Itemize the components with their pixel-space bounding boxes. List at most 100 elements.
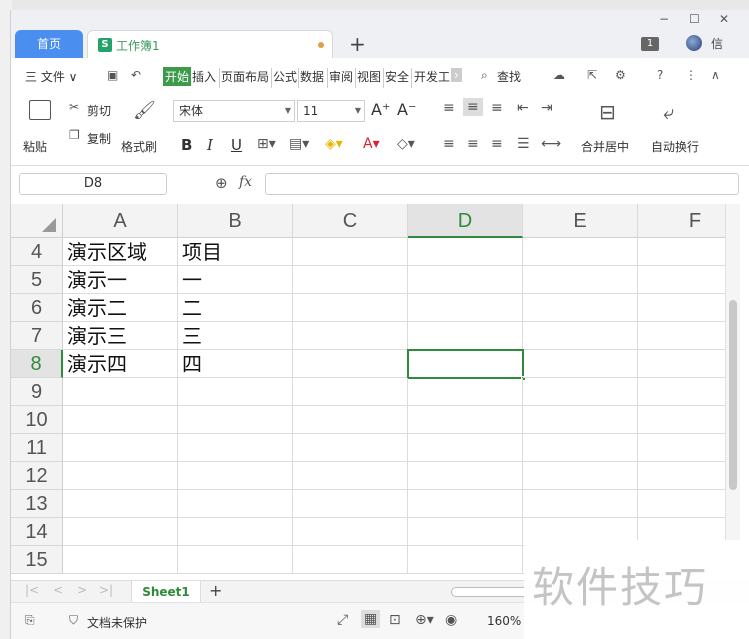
wrap-text-button[interactable]: 自动换行	[651, 138, 699, 155]
table-cell[interactable]	[638, 294, 725, 322]
eye-protection-icon[interactable]: ◉	[445, 612, 457, 628]
table-cell[interactable]: 项目	[178, 238, 293, 266]
copy-button[interactable]: 复制	[87, 130, 111, 147]
format-painter-icon[interactable]: 🖌	[133, 100, 156, 121]
row-header[interactable]: 4	[11, 238, 63, 266]
help-icon[interactable]: ?	[657, 68, 663, 82]
collapse-ribbon-icon[interactable]: ∧	[711, 68, 720, 82]
share-icon[interactable]: ⇱	[587, 68, 597, 82]
table-cell[interactable]	[408, 546, 523, 574]
add-sheet-button[interactable]: +	[209, 581, 222, 600]
settings-icon[interactable]: ⚙	[615, 68, 626, 82]
paste-icon[interactable]	[29, 100, 51, 120]
fx-icon[interactable]: fx	[239, 174, 252, 190]
merge-center-button[interactable]: 合并居中	[581, 138, 629, 155]
copy-icon[interactable]: ❐	[69, 128, 80, 142]
menu-data[interactable]: 数据	[300, 68, 324, 85]
align-left-icon[interactable]: ≡	[443, 136, 455, 152]
table-cell[interactable]: 演示区域	[63, 238, 178, 266]
row-header[interactable]: 9	[11, 378, 63, 406]
tab-home[interactable]: 首页	[15, 30, 83, 58]
row-header[interactable]: 15	[11, 546, 63, 574]
normal-view-icon[interactable]: ▦	[361, 610, 381, 628]
table-cell[interactable]	[178, 490, 293, 518]
table-cell[interactable]	[523, 434, 638, 462]
horizontal-scrollbar[interactable]	[451, 587, 531, 597]
row-header[interactable]: 12	[11, 462, 63, 490]
table-cell[interactable]	[293, 350, 408, 378]
table-cell[interactable]: 演示四	[63, 350, 178, 378]
table-cell[interactable]	[638, 350, 725, 378]
font-name-select[interactable]: 宋体 ▼	[173, 100, 295, 122]
merge-icon[interactable]: ⊟	[599, 100, 616, 124]
align-middle-icon[interactable]: ≡	[463, 98, 483, 116]
table-cell[interactable]	[63, 518, 178, 546]
page-break-view-icon[interactable]: ⊡	[389, 612, 401, 628]
table-cell[interactable]	[408, 406, 523, 434]
minimize-button[interactable]: −	[659, 12, 669, 26]
font-color-icon[interactable]: A▾	[363, 136, 380, 152]
table-cell[interactable]	[408, 462, 523, 490]
formula-input[interactable]	[265, 173, 739, 195]
table-cell[interactable]	[638, 238, 725, 266]
border-icon[interactable]: ⊞▾	[257, 136, 276, 152]
table-cell[interactable]	[293, 490, 408, 518]
column-header[interactable]: A	[63, 204, 178, 238]
row-header[interactable]: 14	[11, 518, 63, 546]
column-header[interactable]: D	[408, 204, 523, 238]
table-cell[interactable]	[408, 490, 523, 518]
user-label[interactable]: 信	[711, 35, 723, 52]
table-cell[interactable]	[293, 266, 408, 294]
font-size-select[interactable]: 11 ▼	[297, 100, 365, 122]
menu-formulas[interactable]: 公式	[273, 68, 297, 85]
row-header[interactable]: 5	[11, 266, 63, 294]
justify-icon[interactable]: ☰	[517, 136, 530, 152]
menu-security[interactable]: 安全	[385, 68, 409, 85]
table-cell[interactable]	[178, 434, 293, 462]
table-cell[interactable]	[523, 462, 638, 490]
sheet-tab-sheet1[interactable]: Sheet1	[131, 581, 201, 603]
table-cell[interactable]	[523, 294, 638, 322]
menu-page-layout[interactable]: 页面布局	[221, 68, 269, 85]
table-cell[interactable]	[293, 294, 408, 322]
cut-button[interactable]: 剪切	[87, 102, 111, 119]
decrease-font-icon[interactable]: A⁻	[397, 100, 416, 119]
table-cell[interactable]	[293, 378, 408, 406]
cloud-icon[interactable]: ☁	[553, 68, 565, 82]
table-cell[interactable]: 演示二	[63, 294, 178, 322]
fullscreen-icon[interactable]: ⤢	[337, 612, 348, 628]
table-cell[interactable]	[178, 546, 293, 574]
table-cell[interactable]	[408, 322, 523, 350]
table-cell[interactable]	[293, 406, 408, 434]
table-cell[interactable]	[523, 490, 638, 518]
bold-button[interactable]: B	[181, 136, 192, 154]
column-header[interactable]: B	[178, 204, 293, 238]
table-cell[interactable]	[293, 434, 408, 462]
table-cell[interactable]	[638, 266, 725, 294]
table-cell[interactable]	[638, 434, 725, 462]
table-cell[interactable]	[178, 378, 293, 406]
table-cell[interactable]: 演示一	[63, 266, 178, 294]
table-cell[interactable]	[523, 266, 638, 294]
table-cell[interactable]	[293, 238, 408, 266]
table-cell[interactable]	[63, 434, 178, 462]
table-cell[interactable]	[523, 350, 638, 378]
page-icon[interactable]: ⎘	[25, 613, 35, 628]
zoom-formula-icon[interactable]: ⊕	[215, 174, 228, 192]
search-label[interactable]: 查找	[497, 68, 521, 85]
search-icon[interactable]: ⌕	[481, 68, 488, 83]
table-cell[interactable]	[523, 378, 638, 406]
protection-status[interactable]: 文档未保护	[87, 614, 147, 631]
table-cell[interactable]	[178, 462, 293, 490]
maximize-button[interactable]: ☐	[689, 12, 700, 26]
prev-sheet-icon[interactable]: <	[53, 583, 63, 597]
column-header[interactable]: C	[293, 204, 408, 238]
table-cell[interactable]: 四	[178, 350, 293, 378]
table-cell[interactable]	[63, 462, 178, 490]
menu-insert[interactable]: 插入	[192, 68, 216, 85]
menu-review[interactable]: 审阅	[329, 68, 353, 85]
zoom-level[interactable]: 160%	[487, 614, 521, 628]
page-layout-view-icon[interactable]: ⊕▾	[415, 612, 434, 628]
first-sheet-icon[interactable]: |<	[25, 583, 39, 597]
align-bottom-icon[interactable]: ≡	[491, 100, 503, 116]
